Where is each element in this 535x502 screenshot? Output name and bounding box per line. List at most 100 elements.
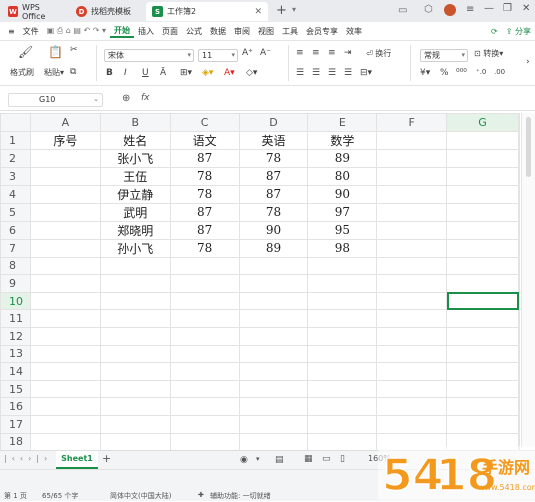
cell-e14[interactable] bbox=[307, 362, 378, 381]
row-header[interactable]: 4 bbox=[0, 184, 31, 204]
cell-e8[interactable] bbox=[307, 256, 378, 276]
cell-c4[interactable]: 78 bbox=[169, 184, 240, 204]
cell-d10[interactable] bbox=[238, 291, 309, 311]
menu-icon[interactable]: ≡ bbox=[466, 4, 474, 15]
cell-f9[interactable] bbox=[376, 274, 448, 293]
cell-overflow[interactable] bbox=[518, 202, 520, 222]
cell-g6[interactable] bbox=[446, 220, 519, 240]
cell-c11[interactable] bbox=[169, 309, 240, 328]
zoom-search-icon[interactable]: ⊕ bbox=[122, 93, 130, 104]
currency-icon[interactable]: ¥▾ bbox=[420, 68, 430, 78]
cell-d5[interactable]: 78 bbox=[238, 202, 309, 222]
cell-a14[interactable] bbox=[29, 362, 101, 381]
format-painter-icon[interactable]: 🖌 bbox=[18, 45, 33, 59]
cell-e6[interactable]: 95 bbox=[307, 220, 378, 240]
menu-efficiency[interactable]: 效率 bbox=[342, 26, 366, 37]
paste-button[interactable]: 粘贴▾ bbox=[44, 67, 64, 78]
cell-a12[interactable] bbox=[29, 326, 101, 346]
cell-d1[interactable]: 英语 bbox=[238, 130, 309, 150]
cell-f2[interactable] bbox=[376, 148, 448, 168]
cell-b17[interactable] bbox=[99, 414, 171, 434]
tab-docer[interactable]: D 找稻壳模板 bbox=[70, 2, 146, 21]
row-header[interactable]: 8 bbox=[0, 256, 31, 276]
cell-c10[interactable] bbox=[169, 291, 240, 311]
cell-a3[interactable] bbox=[29, 166, 101, 186]
cell-b9[interactable] bbox=[99, 274, 171, 293]
row-header[interactable]: 18 bbox=[0, 432, 31, 452]
cell-a9[interactable] bbox=[29, 274, 101, 293]
restore-icon[interactable]: ❐ bbox=[503, 3, 512, 14]
cell-c17[interactable] bbox=[169, 414, 240, 434]
row-header[interactable]: 12 bbox=[0, 326, 31, 346]
cell-a7[interactable] bbox=[29, 238, 101, 258]
cell-g4[interactable] bbox=[446, 184, 519, 204]
cell-overflow[interactable] bbox=[518, 220, 520, 240]
menu-insert[interactable]: 插入 bbox=[134, 26, 158, 37]
new-tab-button[interactable]: + bbox=[276, 3, 287, 18]
cell-g16[interactable] bbox=[446, 397, 519, 416]
column-header-e[interactable]: E bbox=[307, 113, 378, 132]
menu-view[interactable]: 视图 bbox=[254, 26, 278, 37]
justify-icon[interactable]: ☰ bbox=[344, 68, 352, 78]
cell-f6[interactable] bbox=[376, 220, 448, 240]
cell-g7[interactable] bbox=[446, 238, 519, 258]
eye-dropdown-icon[interactable]: ▾ bbox=[256, 455, 260, 463]
cell-b10[interactable] bbox=[99, 291, 171, 311]
cell-f16[interactable] bbox=[376, 397, 448, 416]
clear-format-icon[interactable]: ◇▾ bbox=[246, 68, 257, 78]
menu-member[interactable]: 会员专享 bbox=[302, 26, 342, 37]
cell-overflow[interactable] bbox=[518, 397, 520, 416]
cell-d2[interactable]: 78 bbox=[238, 148, 309, 168]
cell-e4[interactable]: 90 bbox=[307, 184, 378, 204]
cut-icon[interactable]: ✂ bbox=[70, 45, 78, 55]
cell-c16[interactable] bbox=[169, 397, 240, 416]
cell-f5[interactable] bbox=[376, 202, 448, 222]
cell-c6[interactable]: 87 bbox=[169, 220, 240, 240]
cell-g3[interactable] bbox=[446, 166, 519, 186]
cell-b13[interactable] bbox=[99, 344, 171, 364]
eye-icon[interactable]: ◉ bbox=[240, 455, 248, 465]
merge-cells-icon[interactable]: ⊟▾ bbox=[360, 68, 372, 78]
cell-overflow[interactable] bbox=[518, 130, 520, 150]
cell-g10[interactable] bbox=[446, 291, 519, 311]
align-bottom-icon[interactable]: ≡ bbox=[328, 48, 336, 58]
cell-f4[interactable] bbox=[376, 184, 448, 204]
sheet-nav-icons[interactable]: |‹‹›|› bbox=[4, 454, 52, 463]
menu-data[interactable]: 数据 bbox=[206, 26, 230, 37]
row-header[interactable]: 15 bbox=[0, 379, 31, 399]
cell-g5[interactable] bbox=[446, 202, 519, 222]
cell-e18[interactable] bbox=[307, 432, 378, 452]
cell-f12[interactable] bbox=[376, 326, 448, 346]
row-header[interactable]: 17 bbox=[0, 414, 31, 434]
cell-d12[interactable] bbox=[238, 326, 309, 346]
cell-e12[interactable] bbox=[307, 326, 378, 346]
align-middle-icon[interactable]: ≡ bbox=[312, 48, 320, 58]
cell-c15[interactable] bbox=[169, 379, 240, 399]
cell-d13[interactable] bbox=[238, 344, 309, 364]
italic-button[interactable]: I bbox=[124, 68, 127, 78]
cell-d16[interactable] bbox=[238, 397, 309, 416]
border-icon[interactable]: ⊞▾ bbox=[180, 68, 192, 78]
cell-a4[interactable] bbox=[29, 184, 101, 204]
cell-overflow[interactable] bbox=[518, 148, 520, 168]
cell-overflow[interactable] bbox=[518, 414, 520, 434]
menu-page[interactable]: 页面 bbox=[158, 26, 182, 37]
sync-icon[interactable]: ⟳ bbox=[487, 27, 502, 36]
cell-b18[interactable] bbox=[99, 432, 171, 452]
cell-b8[interactable] bbox=[99, 256, 171, 276]
cell-b6[interactable]: 郑晓明 bbox=[99, 220, 171, 240]
decrease-font-icon[interactable]: A⁻ bbox=[260, 48, 271, 58]
cell-b11[interactable] bbox=[99, 309, 171, 328]
page-view-icon[interactable]: ▭ bbox=[322, 454, 331, 464]
avatar[interactable] bbox=[444, 4, 456, 16]
row-header[interactable]: 9 bbox=[0, 274, 31, 293]
cell-c18[interactable] bbox=[169, 432, 240, 452]
menu-formula[interactable]: 公式 bbox=[182, 26, 206, 37]
cell-f14[interactable] bbox=[376, 362, 448, 381]
row-header[interactable]: 13 bbox=[0, 344, 31, 364]
cell-b2[interactable]: 张小飞 bbox=[99, 148, 171, 168]
cell-a10[interactable] bbox=[29, 291, 101, 311]
cell-f11[interactable] bbox=[376, 309, 448, 328]
add-sheet-button[interactable]: + bbox=[102, 452, 111, 465]
cell-g15[interactable] bbox=[446, 379, 519, 399]
